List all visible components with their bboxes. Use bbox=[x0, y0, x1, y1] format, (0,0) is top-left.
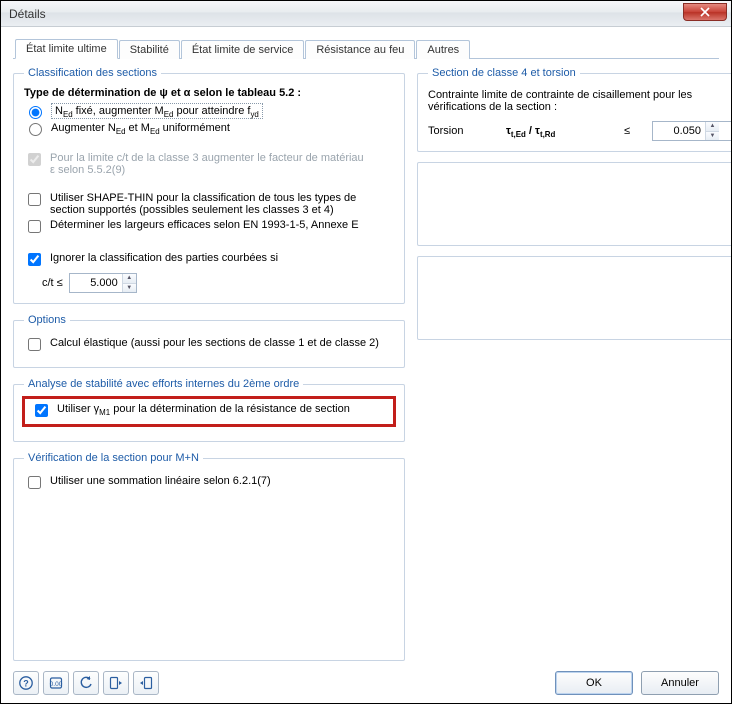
units-button[interactable]: 0.00 bbox=[43, 671, 69, 695]
svg-text:0.00: 0.00 bbox=[50, 681, 63, 688]
details-dialog: Détails État limite ultime Stabilité Éta… bbox=[0, 0, 732, 704]
import-icon bbox=[108, 675, 124, 691]
radio-increase-uniform[interactable] bbox=[29, 123, 42, 136]
help-icon: ? bbox=[18, 675, 34, 691]
reset-button[interactable] bbox=[73, 671, 99, 695]
ct-input[interactable] bbox=[70, 274, 122, 292]
empty-group-2 bbox=[417, 256, 731, 340]
torsion-formula: τt,Ed / τt,Rd bbox=[506, 125, 616, 137]
units-icon: 0.00 bbox=[48, 675, 64, 691]
check-use-gamma-m1-label: Utiliser γM1 pour la détermination de la… bbox=[57, 403, 350, 415]
torsion-spin-up[interactable]: ▲ bbox=[706, 122, 719, 132]
check-class3-row: Pour la limite c/t de la classe 3 augmen… bbox=[24, 152, 394, 176]
toolbar: ? 0.00 bbox=[13, 671, 159, 695]
left-column: Classification des sections Type de déte… bbox=[13, 67, 405, 661]
save-defaults-button[interactable] bbox=[133, 671, 159, 695]
group-options: Options Calcul élastique (aussi pour les… bbox=[13, 314, 405, 368]
group-stability-2nd-order: Analyse de stabilité avec efforts intern… bbox=[13, 378, 405, 442]
check-elastic-label: Calcul élastique (aussi pour les section… bbox=[50, 337, 379, 349]
tab-serviceability[interactable]: État limite de service bbox=[181, 40, 304, 59]
check-ignore-curved-label: Ignorer la classification des parties co… bbox=[50, 252, 278, 264]
group-classification: Classification des sections Type de déte… bbox=[13, 67, 405, 304]
help-button[interactable]: ? bbox=[13, 671, 39, 695]
group-class4-legend: Section de classe 4 et torsion bbox=[428, 67, 580, 79]
torsion-spin-down[interactable]: ▼ bbox=[706, 132, 719, 141]
check-shapethin-row: Utiliser SHAPE-THIN pour la classificati… bbox=[24, 192, 394, 216]
tabstrip: État limite ultime Stabilité État limite… bbox=[13, 37, 719, 59]
class4-description: Contrainte limite de contrainte de cisai… bbox=[428, 89, 731, 113]
titlebar: Détails bbox=[1, 1, 731, 27]
check-effective-widths-label: Déterminer les largeurs efficaces selon … bbox=[50, 219, 359, 231]
ok-button[interactable]: OK bbox=[555, 671, 633, 695]
load-defaults-button[interactable] bbox=[103, 671, 129, 695]
close-icon bbox=[700, 7, 710, 17]
type-determination-label: Type de détermination de ψ et α selon le… bbox=[24, 87, 394, 99]
ct-row: c/t ≤ ▲ ▼ bbox=[42, 273, 394, 293]
radio-ned-fixed[interactable] bbox=[29, 106, 42, 119]
group-classification-legend: Classification des sections bbox=[24, 67, 161, 79]
export-icon bbox=[138, 675, 154, 691]
ct-spin-arrows: ▲ ▼ bbox=[122, 274, 136, 292]
check-shape-thin-label: Utiliser SHAPE-THIN pour la classificati… bbox=[50, 192, 370, 216]
gamma-highlight: Utiliser γM1 pour la détermination de la… bbox=[22, 396, 396, 427]
radio-uniform-row: Augmenter NEd et MEd uniformément bbox=[24, 122, 394, 136]
svg-text:?: ? bbox=[23, 679, 29, 689]
tab-fire-resistance[interactable]: Résistance au feu bbox=[305, 40, 415, 59]
tab-other[interactable]: Autres bbox=[416, 40, 470, 59]
torsion-row: Torsion τt,Ed / τt,Rd ≤ ▲ ▼ bbox=[428, 121, 731, 141]
footer: ? 0.00 OK Annuler bbox=[13, 665, 719, 695]
leq-symbol: ≤ bbox=[624, 125, 644, 137]
check-ignore-curved[interactable] bbox=[28, 253, 41, 266]
dialog-buttons: OK Annuler bbox=[555, 671, 719, 695]
torsion-label: Torsion bbox=[428, 125, 498, 137]
group-stability-legend: Analyse de stabilité avec efforts intern… bbox=[24, 378, 303, 390]
close-button[interactable] bbox=[683, 3, 727, 21]
group-options-legend: Options bbox=[24, 314, 70, 326]
check-use-gamma-m1[interactable] bbox=[35, 404, 48, 417]
check-linear-row: Utiliser une sommation linéaire selon 6.… bbox=[24, 475, 394, 492]
ct-label: c/t ≤ bbox=[42, 277, 63, 289]
cancel-button[interactable]: Annuler bbox=[641, 671, 719, 695]
torsion-spin-arrows: ▲ ▼ bbox=[705, 122, 719, 140]
group-mplusn: Vérification de la section pour M+N Util… bbox=[13, 452, 405, 661]
check-shape-thin[interactable] bbox=[28, 193, 41, 206]
radio-increase-uniform-label: Augmenter NEd et MEd uniformément bbox=[51, 122, 230, 134]
radio-ned-fixed-row: NEd fixé, augmenter MEd pour atteindre f… bbox=[24, 105, 394, 119]
check-effwidths-row: Déterminer les largeurs efficaces selon … bbox=[24, 219, 394, 236]
check-ignore-curved-row: Ignorer la classification des parties co… bbox=[24, 252, 394, 269]
window-title: Détails bbox=[1, 7, 46, 21]
client-area: État limite ultime Stabilité État limite… bbox=[1, 27, 731, 703]
torsion-input[interactable] bbox=[653, 122, 705, 140]
right-column: Section de classe 4 et torsion Contraint… bbox=[417, 67, 731, 661]
empty-group-1 bbox=[417, 162, 731, 246]
group-mplusn-legend: Vérification de la section pour M+N bbox=[24, 452, 203, 464]
tab-stability[interactable]: Stabilité bbox=[119, 40, 180, 59]
check-elastic-row: Calcul élastique (aussi pour les section… bbox=[24, 337, 394, 354]
check-effective-widths[interactable] bbox=[28, 220, 41, 233]
group-class4-torsion: Section de classe 4 et torsion Contraint… bbox=[417, 67, 731, 152]
check-class3-factor bbox=[28, 153, 41, 166]
radio-ned-fixed-label: NEd fixé, augmenter MEd pour atteindre f… bbox=[51, 105, 263, 117]
check-gamma-row: Utiliser γM1 pour la détermination de la… bbox=[31, 403, 387, 420]
tab-ultimate-limit[interactable]: État limite ultime bbox=[15, 39, 118, 59]
check-linear-sum[interactable] bbox=[28, 476, 41, 489]
panels: Classification des sections Type de déte… bbox=[13, 59, 719, 661]
check-elastic[interactable] bbox=[28, 338, 41, 351]
ct-spin-up[interactable]: ▲ bbox=[123, 274, 136, 284]
check-class3-factor-label: Pour la limite c/t de la classe 3 augmen… bbox=[50, 152, 370, 176]
torsion-spinner: ▲ ▼ bbox=[652, 121, 731, 141]
ct-spinner: ▲ ▼ bbox=[69, 273, 137, 293]
check-linear-sum-label: Utiliser une sommation linéaire selon 6.… bbox=[50, 475, 271, 487]
reset-icon bbox=[78, 675, 94, 691]
ct-spin-down[interactable]: ▼ bbox=[123, 284, 136, 293]
